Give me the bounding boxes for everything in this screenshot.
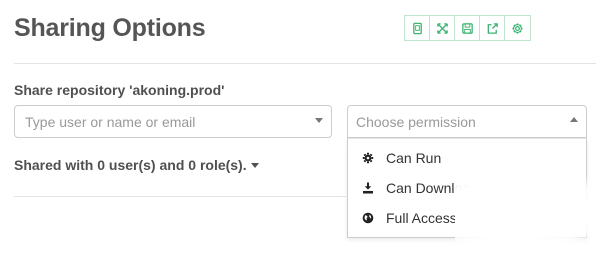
shared-with-label: Shared with 0 user(s) and 0 role(s). — [14, 157, 247, 173]
option-label: Can Run — [386, 150, 442, 166]
save-button[interactable] — [455, 16, 480, 40]
permission-placeholder: Choose permission — [356, 113, 476, 130]
section-divider — [14, 196, 348, 197]
copy-button[interactable] — [405, 16, 430, 40]
option-label: Can Downloa — [386, 180, 471, 196]
share-repository-label: Share repository 'akoning.prod' — [14, 82, 225, 98]
option-full-access[interactable]: Full Access — [348, 204, 586, 232]
permission-dropdown: Can Run Can Downloa Full Access — [347, 138, 587, 238]
option-label: Full Access — [386, 210, 457, 226]
option-can-run[interactable]: Can Run — [348, 144, 586, 172]
gear-icon — [512, 22, 523, 34]
user-search-field[interactable] — [14, 105, 332, 138]
chevron-up-icon[interactable] — [570, 117, 578, 122]
copy-icon — [412, 22, 422, 34]
option-can-download[interactable]: Can Downloa — [348, 174, 586, 202]
expand-icon — [436, 22, 448, 34]
toolbar — [404, 15, 531, 41]
chevron-down-icon[interactable] — [315, 118, 323, 123]
save-icon — [461, 22, 473, 34]
sharing-options-page: Sharing Options Share repository 'akonin… — [0, 0, 600, 253]
globe-icon — [361, 211, 375, 225]
settings-button[interactable] — [505, 16, 530, 40]
caret-down-icon — [250, 162, 259, 168]
share-button[interactable] — [480, 16, 505, 40]
gear-icon — [361, 151, 375, 165]
download-icon — [361, 181, 375, 195]
page-title: Sharing Options — [14, 14, 206, 42]
expand-button[interactable] — [430, 16, 455, 40]
permission-select[interactable]: Choose permission — [347, 105, 587, 138]
header-divider — [14, 63, 596, 64]
share-icon — [487, 22, 498, 34]
user-input[interactable] — [23, 112, 307, 131]
shared-with-toggle[interactable]: Shared with 0 user(s) and 0 role(s). — [14, 157, 259, 173]
